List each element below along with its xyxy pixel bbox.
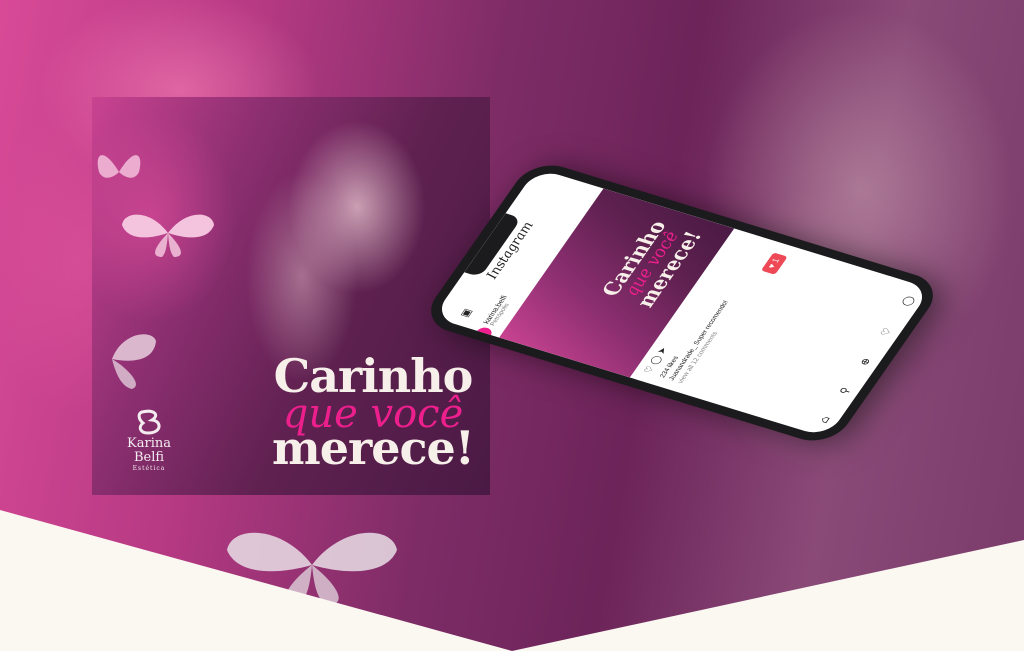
bottom-nav: ⌂ ⚲ ⊕ ♡ ◯ — [810, 283, 925, 435]
comment-icon[interactable]: ◯ — [648, 354, 664, 365]
brand-name-first: Karina — [127, 436, 171, 451]
butterfly-icon — [112, 334, 156, 389]
search-icon[interactable]: ⚲ — [838, 386, 853, 395]
mini-headline: Carinho que você merece! — [593, 211, 711, 318]
phone-mockup: ▣ Instagram karina.belfi Petrópolis Cari… — [418, 158, 990, 500]
butterfly-icon — [97, 155, 141, 178]
butterfly-icon — [122, 214, 214, 257]
brand-tagline: Estética — [132, 465, 166, 472]
share-icon[interactable]: ➤ — [655, 346, 669, 355]
heart-icon[interactable]: ♡ — [879, 327, 895, 338]
phone-screen: ▣ Instagram karina.belfi Petrópolis Cari… — [432, 168, 932, 438]
brand-logo: Karina Belfi Estética — [114, 409, 184, 473]
camera-icon[interactable]: ▣ — [459, 308, 475, 319]
profile-icon[interactable]: ◯ — [900, 295, 917, 308]
home-icon[interactable]: ⌂ — [818, 415, 833, 425]
notification-count: 1 — [769, 257, 782, 264]
add-icon[interactable]: ⊕ — [858, 357, 874, 367]
heart-icon[interactable]: ♡ — [642, 365, 657, 375]
phone-device: ▣ Instagram karina.belfi Petrópolis Cari… — [418, 158, 946, 448]
brand-name-last: Belfi — [133, 450, 165, 465]
brand-logo-icon — [137, 409, 161, 435]
